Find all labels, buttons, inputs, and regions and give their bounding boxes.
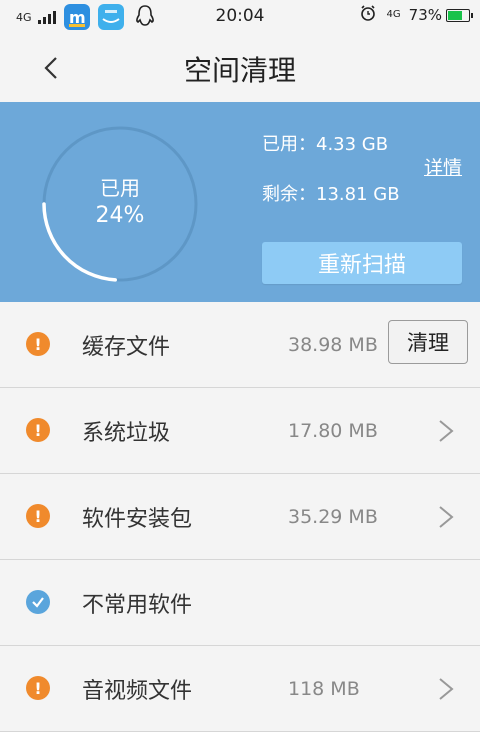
cleanup-list: ! 缓存文件 38.98 MB 清理 ! 系统垃圾 17.80 MB ! 软件安… bbox=[0, 302, 480, 732]
status-right: 4G 73% bbox=[359, 4, 473, 26]
ring-used-percent: 24% bbox=[95, 203, 145, 228]
check-icon bbox=[26, 590, 50, 614]
list-item-media-files[interactable]: ! 音视频文件 118 MB bbox=[0, 646, 480, 732]
rescan-button[interactable]: 重新扫描 bbox=[262, 242, 462, 284]
item-name: 不常用软件 bbox=[82, 593, 193, 618]
free-storage-text: 剩余：13.81 GB bbox=[262, 184, 400, 205]
exclamation-icon: ! bbox=[26, 504, 50, 528]
item-size: 35.29 MB bbox=[288, 506, 378, 528]
status-bar: 4G m 20:04 4G 73% bbox=[0, 0, 480, 34]
list-item-unused-apps[interactable]: 不常用软件 bbox=[0, 560, 480, 646]
battery-icon bbox=[446, 8, 473, 22]
chevron-right-icon bbox=[439, 678, 454, 700]
alarm-clock-icon bbox=[359, 4, 377, 26]
item-name: 软件安装包 bbox=[82, 507, 193, 532]
details-link[interactable]: 详情 bbox=[424, 153, 462, 180]
exclamation-icon: ! bbox=[26, 676, 50, 700]
item-name: 缓存文件 bbox=[82, 335, 171, 360]
storage-summary-panel: 已用 24% 已用：4.33 GB 剩余：13.81 GB 详情 重新扫描 bbox=[0, 102, 480, 302]
ring-used-caption: 已用 bbox=[100, 176, 140, 200]
exclamation-icon: ! bbox=[26, 332, 50, 356]
list-item-cache-files[interactable]: ! 缓存文件 38.98 MB 清理 bbox=[0, 302, 480, 388]
exclamation-icon: ! bbox=[26, 418, 50, 442]
network-type-label-right: 4G bbox=[386, 9, 401, 20]
page-title: 空间清理 bbox=[183, 54, 296, 87]
used-storage-text: 已用：4.33 GB bbox=[262, 134, 389, 155]
ring-label: 已用 24% bbox=[40, 174, 200, 230]
chevron-right-icon bbox=[439, 506, 454, 528]
chevron-right-icon bbox=[439, 420, 454, 442]
item-size: 17.80 MB bbox=[288, 420, 378, 442]
app-header: 空间清理 bbox=[0, 34, 480, 102]
clean-button[interactable]: 清理 bbox=[388, 320, 468, 364]
item-size: 38.98 MB bbox=[288, 334, 378, 356]
item-size: 118 MB bbox=[288, 678, 360, 700]
list-item-system-junk[interactable]: ! 系统垃圾 17.80 MB bbox=[0, 388, 480, 474]
battery-percent: 73% bbox=[408, 6, 442, 24]
list-item-install-packages[interactable]: ! 软件安装包 35.29 MB bbox=[0, 474, 480, 560]
item-name: 音视频文件 bbox=[82, 679, 193, 704]
item-name: 系统垃圾 bbox=[82, 421, 171, 446]
